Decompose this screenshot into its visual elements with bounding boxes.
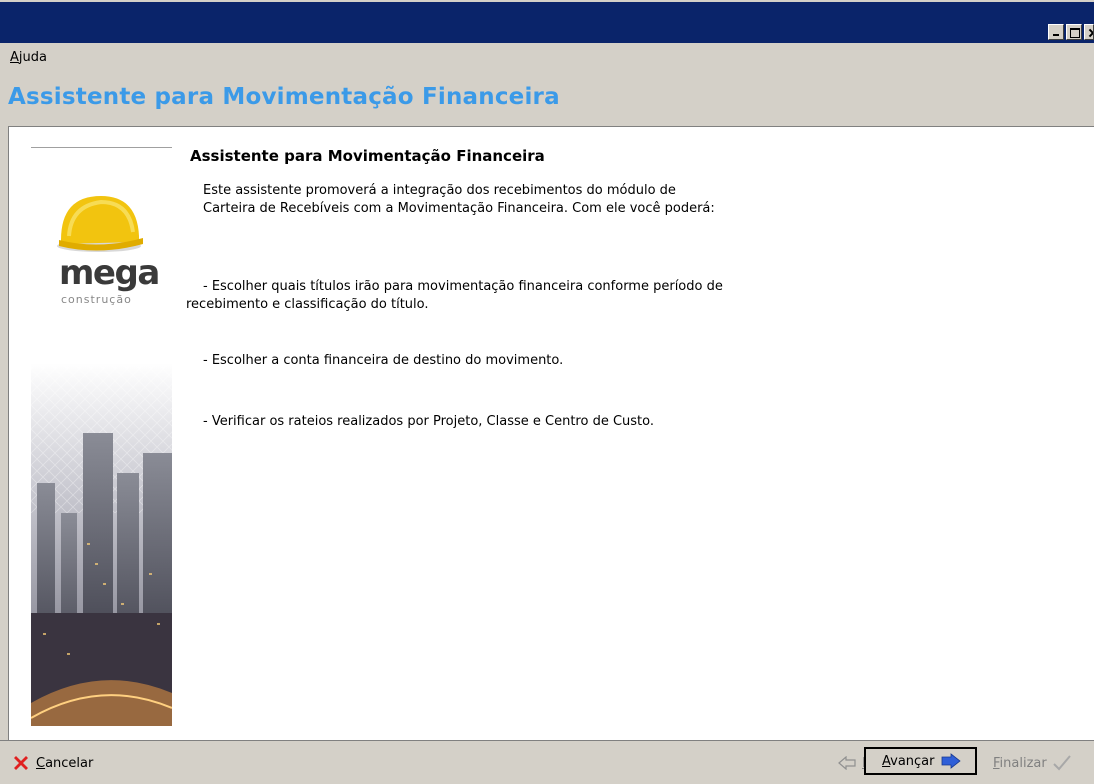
next-button[interactable]: Avançar <box>864 747 977 775</box>
window-titlebar[interactable] <box>0 0 1094 43</box>
wizard-footer: Cancelar Retornar Avançar Finalizar <box>0 740 1094 784</box>
arrow-left-icon <box>838 756 856 770</box>
finish-button[interactable]: Finalizar <box>993 751 1071 775</box>
helmet-logo-icon <box>57 196 143 252</box>
sidebar-banner: mega construção <box>31 147 172 726</box>
intro-line-2: Carteira de Recebíveis com a Movimentaçã… <box>203 201 715 216</box>
minimize-icon[interactable] <box>1048 24 1064 40</box>
checkmark-icon <box>1053 755 1071 771</box>
menu-help[interactable]: Ajuda <box>10 50 47 65</box>
bullet-3: - Verificar os rateios realizados por Pr… <box>203 414 655 429</box>
bullet-2: - Escolher a conta financeira de destino… <box>203 353 564 368</box>
bullet-1-line-1: - Escolher quais títulos irão para movim… <box>203 279 723 294</box>
maximize-icon[interactable] <box>1066 24 1082 40</box>
arrow-right-icon <box>941 753 961 769</box>
app-heading: Assistente para Movimentação Financeira <box>8 84 560 110</box>
logo-subtext: construção <box>61 293 132 306</box>
window-controls <box>1048 24 1094 40</box>
menu-bar: Ajuda <box>10 50 47 65</box>
wizard-content: mega construção Assistente para Moviment… <box>8 126 1094 740</box>
cancel-label: Cancelar <box>36 755 94 771</box>
next-label: Avançar <box>882 753 935 769</box>
cancel-button[interactable]: Cancelar <box>12 751 93 775</box>
logo-text: mega <box>59 253 160 293</box>
finish-label: Finalizar <box>993 755 1047 771</box>
close-icon[interactable] <box>1084 24 1094 40</box>
city-skyline-image <box>31 363 172 726</box>
cancel-x-icon <box>14 756 28 770</box>
wizard-title: Assistente para Movimentação Financeira <box>190 147 545 165</box>
bullet-1-line-2: recebimento e classificação do título. <box>186 297 429 312</box>
intro-line-1: Este assistente promoverá a integração d… <box>203 183 676 198</box>
